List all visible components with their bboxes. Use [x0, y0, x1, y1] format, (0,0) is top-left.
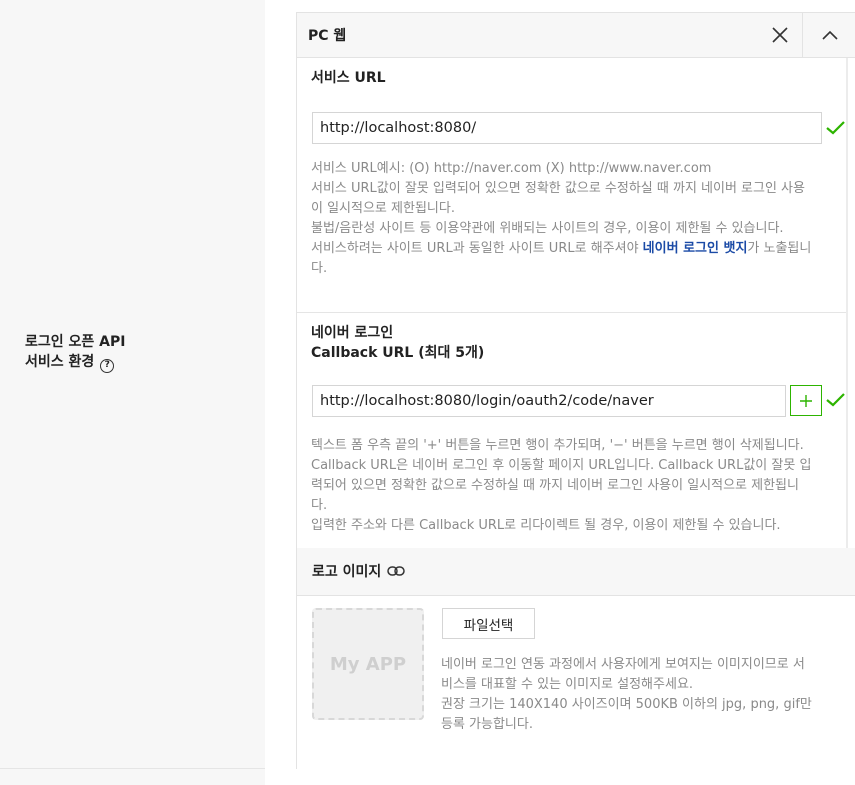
help-line: 불법/음란성 사이트 등 이용약관에 위배되는 사이트의 경우, 이용이 제한될…	[311, 221, 784, 236]
logo-placeholder: My APP	[312, 608, 424, 720]
help-line: 등록 가능합니다.	[441, 717, 533, 732]
left-column: 로그인 오픈 API 서비스 환경?	[0, 0, 265, 785]
logo-title-label: 로고 이미지	[312, 564, 382, 580]
callback-title-line2: Callback URL (최대 5개)	[311, 345, 485, 361]
service-url-help: 서비스 URL예시: (O) http://naver.com (X) http…	[311, 159, 811, 279]
panel-title: PC 웹	[308, 28, 347, 44]
callback-url-input[interactable]	[312, 385, 786, 417]
logo-title: 로고 이미지	[312, 561, 406, 581]
callback-title-line1: 네이버 로그인	[311, 325, 394, 341]
collapse-button[interactable]	[802, 13, 855, 57]
help-line: 권장 크기는 140X140 사이즈이며 500KB 이하의 jpg, png,…	[441, 697, 812, 712]
help-line: 서비스하려는 사이트 URL과 동일한 사이트 URL로 해주셔야 네이버 로그…	[311, 239, 811, 259]
file-select-button[interactable]: 파일선택	[442, 608, 535, 639]
logo-help: 네이버 로그인 연동 과정에서 사용자에게 보여지는 이미지이므로 서 비스를 …	[441, 655, 812, 735]
help-icon[interactable]: ?	[100, 359, 115, 373]
help-line: 서비스 URL값이 잘못 입력되어 있으면 정확한 값으로 수정하실 때 까지 …	[311, 181, 805, 196]
check-icon	[826, 121, 845, 135]
check-icon	[826, 393, 845, 407]
logo-header: 로고 이미지	[297, 548, 855, 596]
chevron-up-icon	[821, 30, 838, 40]
help-line: 입력한 주소와 다른 Callback URL로 리다이렉트 될 경우, 이용이…	[311, 518, 781, 533]
service-url-title: 서비스 URL	[311, 70, 386, 86]
help-text: 가 노출됩니	[747, 241, 812, 256]
help-line: 비스를 대표할 수 있는 이미지로 설정해주세요.	[441, 677, 694, 692]
callback-help: 텍스트 폼 우측 끝의 '+' 버튼을 누르면 행이 추가되며, '−' 버튼을…	[311, 436, 811, 536]
help-text: 서비스하려는 사이트 URL과 동일한 사이트 URL로 해주셔야	[311, 241, 643, 256]
help-line: 서비스 URL예시: (O) http://naver.com (X) http…	[311, 161, 712, 176]
plus-icon	[800, 394, 812, 407]
help-line: 네이버 로그인 연동 과정에서 사용자에게 보여지는 이미지이므로 서	[441, 657, 805, 672]
help-line: 다.	[311, 498, 328, 513]
help-line: 이 일시적으로 제한됩니다.	[311, 201, 455, 216]
help-line: Callback URL은 네이버 로그인 후 이동할 페이지 URL입니다. …	[311, 458, 812, 473]
section-label: 로그인 오픈 API 서비스 환경?	[25, 332, 125, 373]
help-line: 력되어 있으면 정확한 값으로 수정하실 때 까지 네이버 로그인 사용이 일시…	[311, 478, 799, 493]
naver-login-badge-link[interactable]: 네이버 로그인 뱃지	[643, 241, 748, 256]
service-url-input[interactable]	[312, 112, 822, 144]
scroll-rail[interactable]	[846, 58, 848, 548]
close-icon	[772, 27, 788, 43]
help-line: 다.	[311, 261, 328, 276]
panel-header: PC 웹	[297, 13, 855, 58]
callback-title: 네이버 로그인 Callback URL (최대 5개)	[311, 323, 484, 363]
section-label-line1: 로그인 오픈 API	[25, 334, 126, 350]
section-divider	[297, 312, 846, 313]
left-divider	[0, 768, 265, 769]
add-row-button[interactable]	[790, 385, 822, 416]
help-line: 텍스트 폼 우측 끝의 '+' 버튼을 누르면 행이 추가되며, '−' 버튼을…	[311, 438, 804, 453]
section-label-line2: 서비스 환경	[25, 354, 95, 370]
link-icon[interactable]	[387, 565, 406, 577]
close-button[interactable]	[758, 13, 802, 57]
